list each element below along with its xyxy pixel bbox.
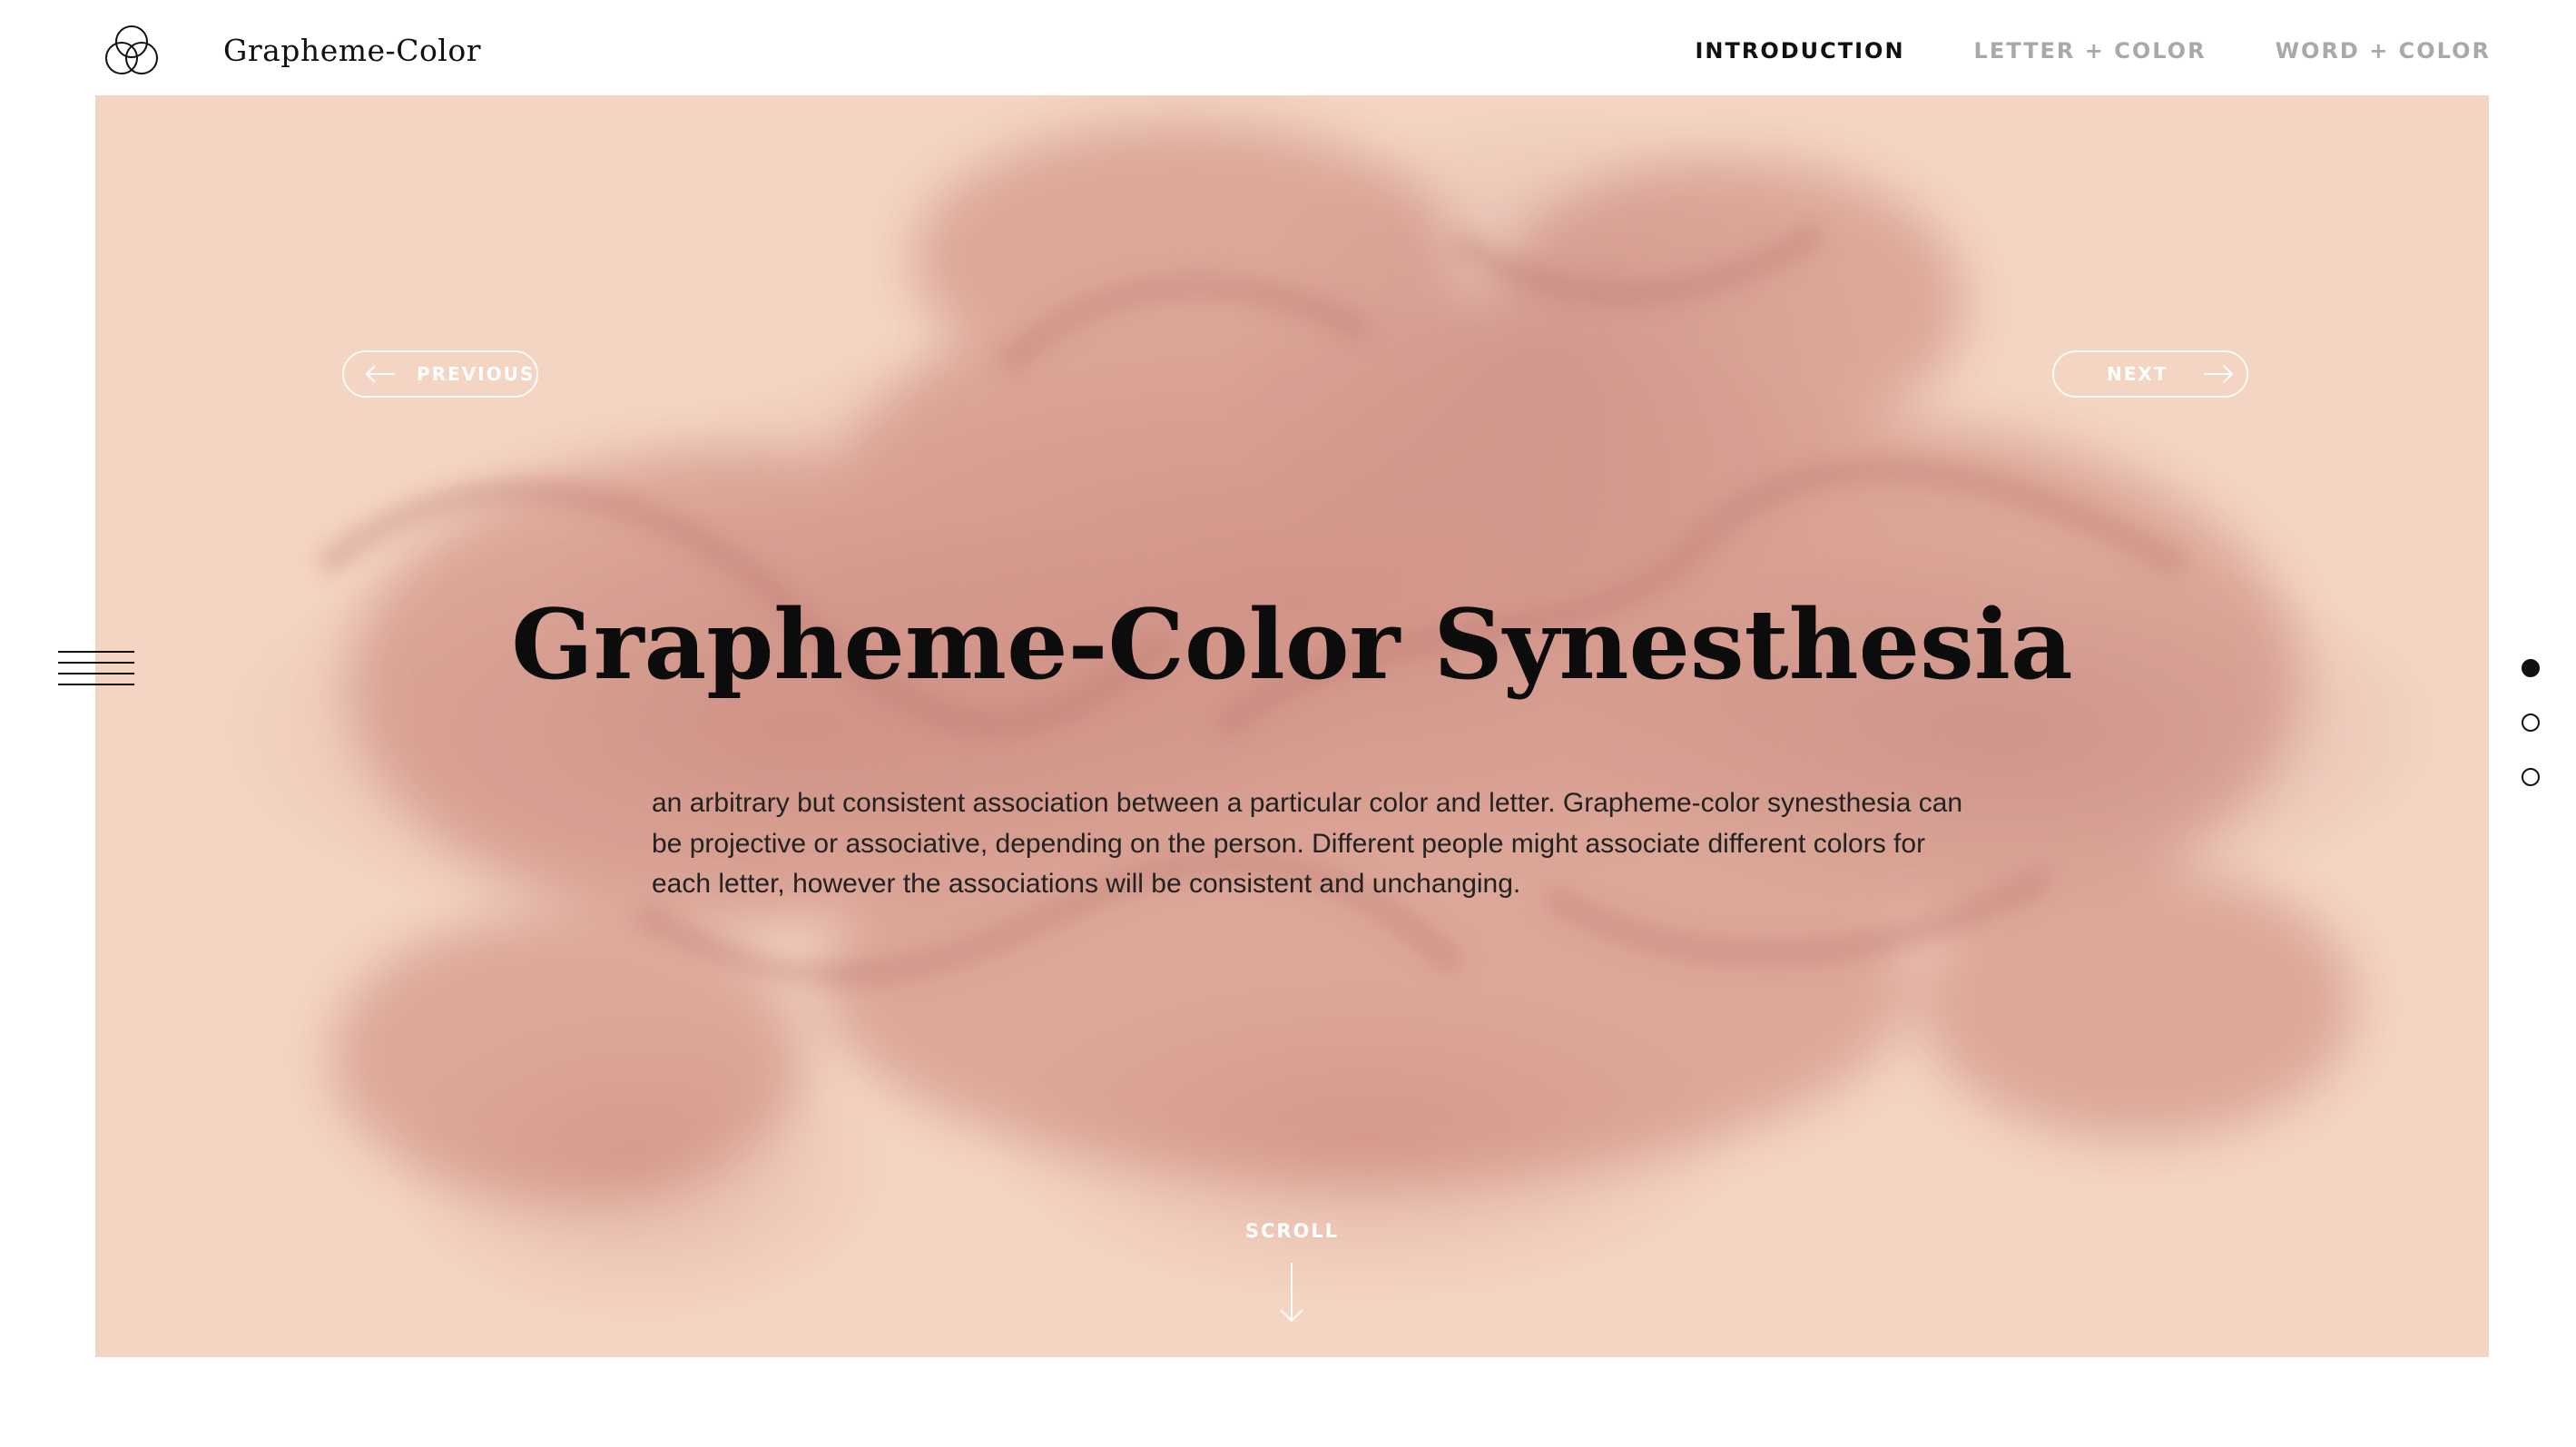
- pager-dot-1[interactable]: [2522, 659, 2540, 677]
- nav-introduction[interactable]: INTRODUCTION: [1695, 33, 1904, 69]
- site-header: Grapheme-Color INTRODUCTION LETTER + COL…: [0, 0, 2576, 95]
- pager-dot-2[interactable]: [2522, 714, 2540, 732]
- arrow-right-icon: [2204, 365, 2234, 383]
- brand-name[interactable]: Grapheme-Color: [223, 31, 481, 71]
- main-nav: INTRODUCTION LETTER + COLOR WORD + COLOR: [1695, 33, 2491, 69]
- intro-description: an arbitrary but consistent association …: [652, 788, 1963, 899]
- scroll-label[interactable]: SCROLL: [95, 1217, 2489, 1245]
- hamburger-menu-icon[interactable]: [58, 650, 134, 686]
- next-button[interactable]: NEXT: [2052, 350, 2248, 398]
- section-pager: [2522, 659, 2545, 786]
- nav-letter-color[interactable]: LETTER + COLOR: [1974, 33, 2207, 69]
- page-title: Grapheme-Color Synesthesia: [511, 587, 2073, 701]
- previous-button[interactable]: PREVIOUS: [342, 350, 538, 398]
- nav-word-color[interactable]: WORD + COLOR: [2276, 33, 2491, 69]
- previous-label: PREVIOUS: [417, 363, 536, 385]
- pager-dot-3[interactable]: [2522, 768, 2540, 786]
- next-label: NEXT: [2107, 363, 2168, 385]
- arrow-down-icon[interactable]: [1277, 1261, 1306, 1324]
- hero-section: PREVIOUS NEXT Grapheme-Color Synesthesia…: [95, 95, 2489, 1357]
- three-circles-logo-icon[interactable]: [102, 22, 162, 82]
- arrow-left-icon: [365, 365, 395, 383]
- ink-cloud-background-image: [314, 123, 2355, 1203]
